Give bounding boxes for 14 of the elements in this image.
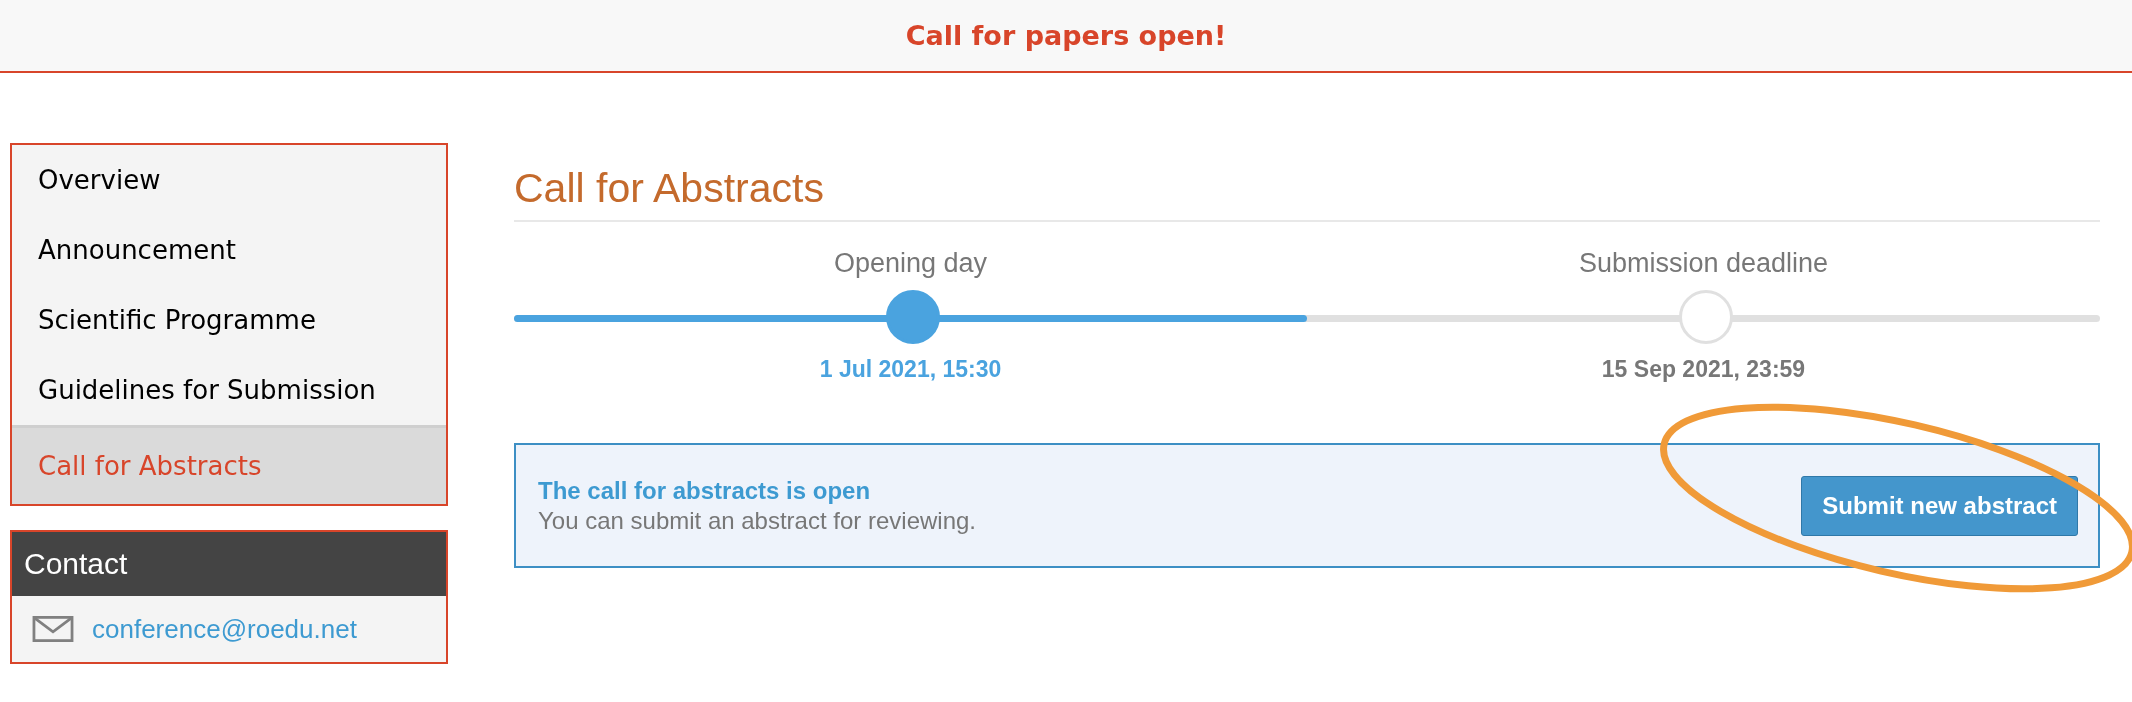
- alert-message: You can submit an abstract for reviewing.: [538, 506, 976, 535]
- milestone-date: 15 Sep 2021, 23:59: [1600, 356, 1807, 383]
- contact-heading: Contact: [12, 532, 446, 596]
- sidebar-item[interactable]: Announcement: [12, 215, 446, 285]
- page-title: Call for Abstracts: [514, 165, 2100, 222]
- sidebar-item[interactable]: Overview: [12, 145, 446, 215]
- milestone-label: Submission deadline: [1577, 248, 1830, 279]
- sidebar-item[interactable]: Guidelines for Submission: [12, 355, 446, 425]
- milestone-label: Opening day: [832, 248, 989, 279]
- alert-title: The call for abstracts is open: [538, 476, 872, 505]
- envelope-icon: [32, 616, 74, 642]
- banner-text: Call for papers open!: [905, 20, 1227, 51]
- sidebar-item[interactable]: Scientific Programme: [12, 285, 446, 355]
- milestone-date: 1 Jul 2021, 15:30: [818, 356, 1003, 383]
